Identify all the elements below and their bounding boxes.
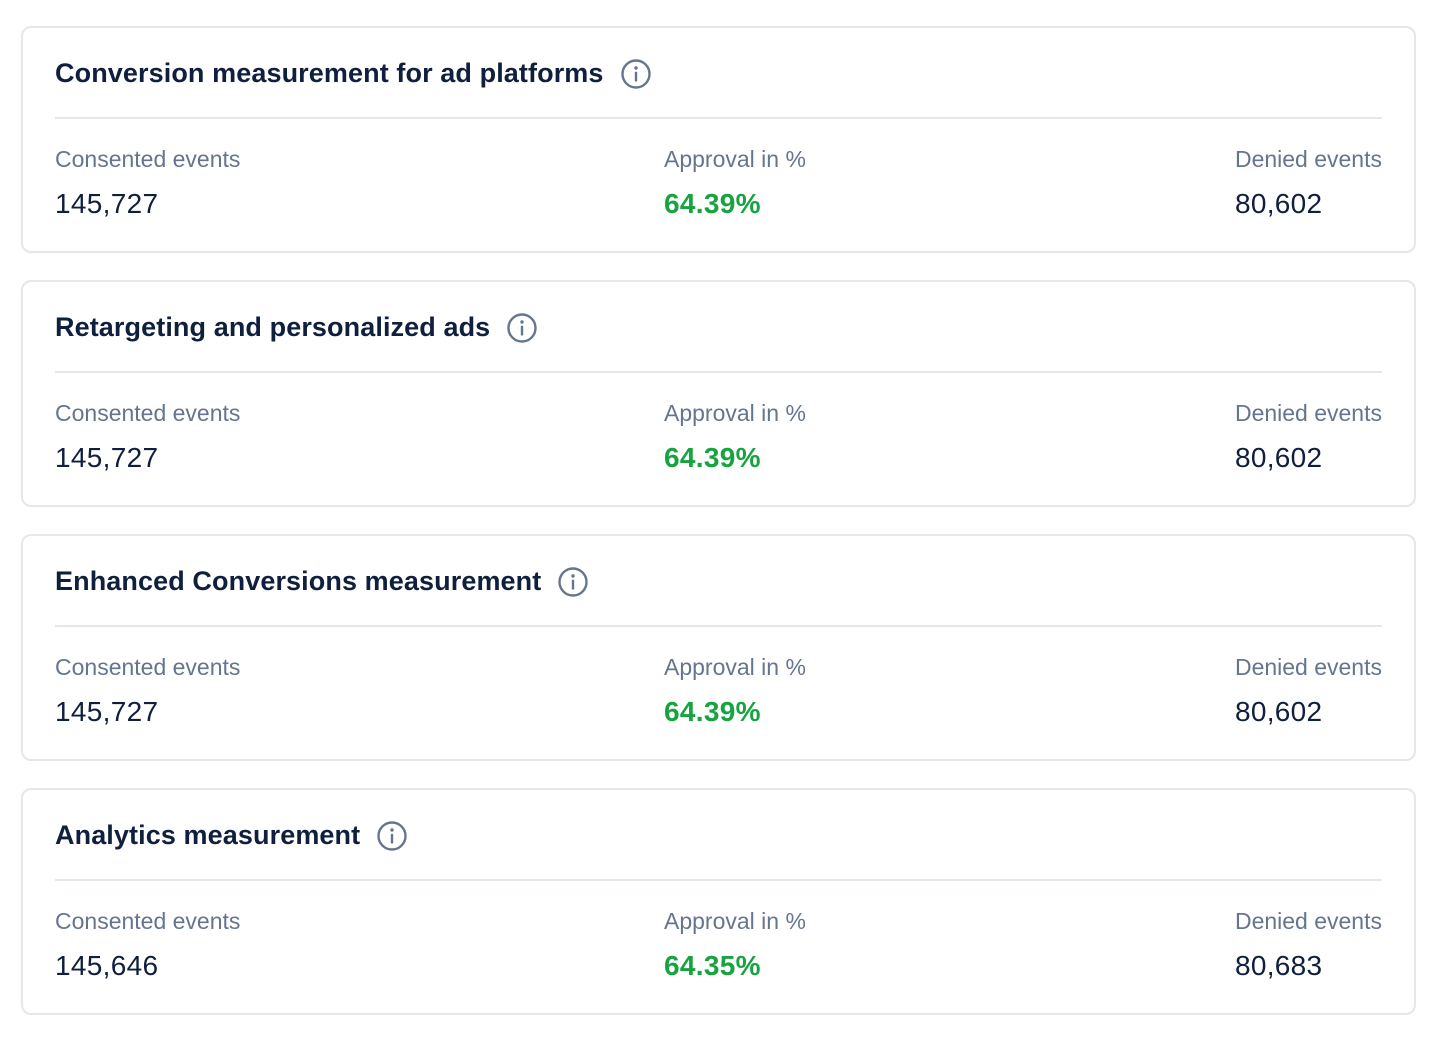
consented-events-value: 145,727: [55, 442, 159, 473]
card-title: Conversion measurement for ad platforms: [55, 58, 604, 88]
approval-label: Approval in %: [664, 146, 806, 172]
card-header: Conversion measurement for ad platforms: [55, 28, 1382, 119]
denied-events-value: 80,683: [1234, 950, 1323, 981]
denied-events-metric: Denied events 80,602: [1235, 145, 1382, 221]
approval-metric: Approval in % 64.39%: [664, 653, 806, 729]
approval-value: 64.39%: [664, 696, 761, 727]
card-header: Retargeting and personalized ads: [55, 282, 1382, 373]
denied-events-label: Denied events: [1234, 146, 1382, 172]
consent-cards-list: Conversion measurement for ad platforms …: [0, 0, 1439, 1041]
denied-events-value: 80,602: [1234, 442, 1323, 473]
consented-events-label: Consented events: [55, 400, 241, 426]
denied-events-metric: Denied events 80,683: [1235, 907, 1382, 983]
approval-metric: Approval in % 64.35%: [664, 907, 806, 983]
approval-metric: Approval in % 64.39%: [664, 145, 806, 221]
consented-events-metric: Consented events 145,727: [55, 399, 240, 475]
denied-events-value: 80,602: [1234, 188, 1323, 219]
consented-events-value: 145,727: [55, 696, 159, 727]
info-icon[interactable]: [506, 312, 538, 344]
card-analytics-measurement: Analytics measurement Consented events 1…: [21, 788, 1416, 1015]
approval-label: Approval in %: [664, 400, 806, 426]
approval-label: Approval in %: [664, 654, 806, 680]
consented-events-label: Consented events: [55, 654, 241, 680]
approval-metric: Approval in % 64.39%: [664, 399, 806, 475]
denied-events-value: 80,602: [1234, 696, 1323, 727]
card-title: Enhanced Conversions measurement: [55, 566, 542, 596]
consented-events-metric: Consented events 145,727: [55, 653, 240, 729]
card-title: Analytics measurement: [55, 820, 361, 850]
consented-events-value: 145,646: [55, 950, 159, 981]
denied-events-metric: Denied events 80,602: [1235, 653, 1382, 729]
consented-events-metric: Consented events 145,646: [55, 907, 240, 983]
card-retargeting-personalized-ads: Retargeting and personalized ads Consent…: [21, 280, 1416, 507]
approval-label: Approval in %: [664, 908, 806, 934]
card-enhanced-conversions: Enhanced Conversions measurement Consent…: [21, 534, 1416, 761]
card-header: Enhanced Conversions measurement: [55, 536, 1382, 627]
card-conversion-measurement: Conversion measurement for ad platforms …: [21, 26, 1416, 253]
approval-value: 64.39%: [664, 442, 761, 473]
denied-events-label: Denied events: [1234, 654, 1382, 680]
denied-events-label: Denied events: [1234, 908, 1382, 934]
consented-events-value: 145,727: [55, 188, 159, 219]
card-header: Analytics measurement: [55, 790, 1382, 881]
consented-events-label: Consented events: [55, 146, 241, 172]
approval-value: 64.35%: [664, 950, 761, 981]
consented-events-metric: Consented events 145,727: [55, 145, 240, 221]
card-title: Retargeting and personalized ads: [55, 312, 491, 342]
info-icon[interactable]: [557, 566, 589, 598]
denied-events-label: Denied events: [1234, 400, 1382, 426]
approval-value: 64.39%: [664, 188, 761, 219]
consented-events-label: Consented events: [55, 908, 241, 934]
denied-events-metric: Denied events 80,602: [1235, 399, 1382, 475]
info-icon[interactable]: [376, 820, 408, 852]
info-icon[interactable]: [620, 58, 652, 90]
